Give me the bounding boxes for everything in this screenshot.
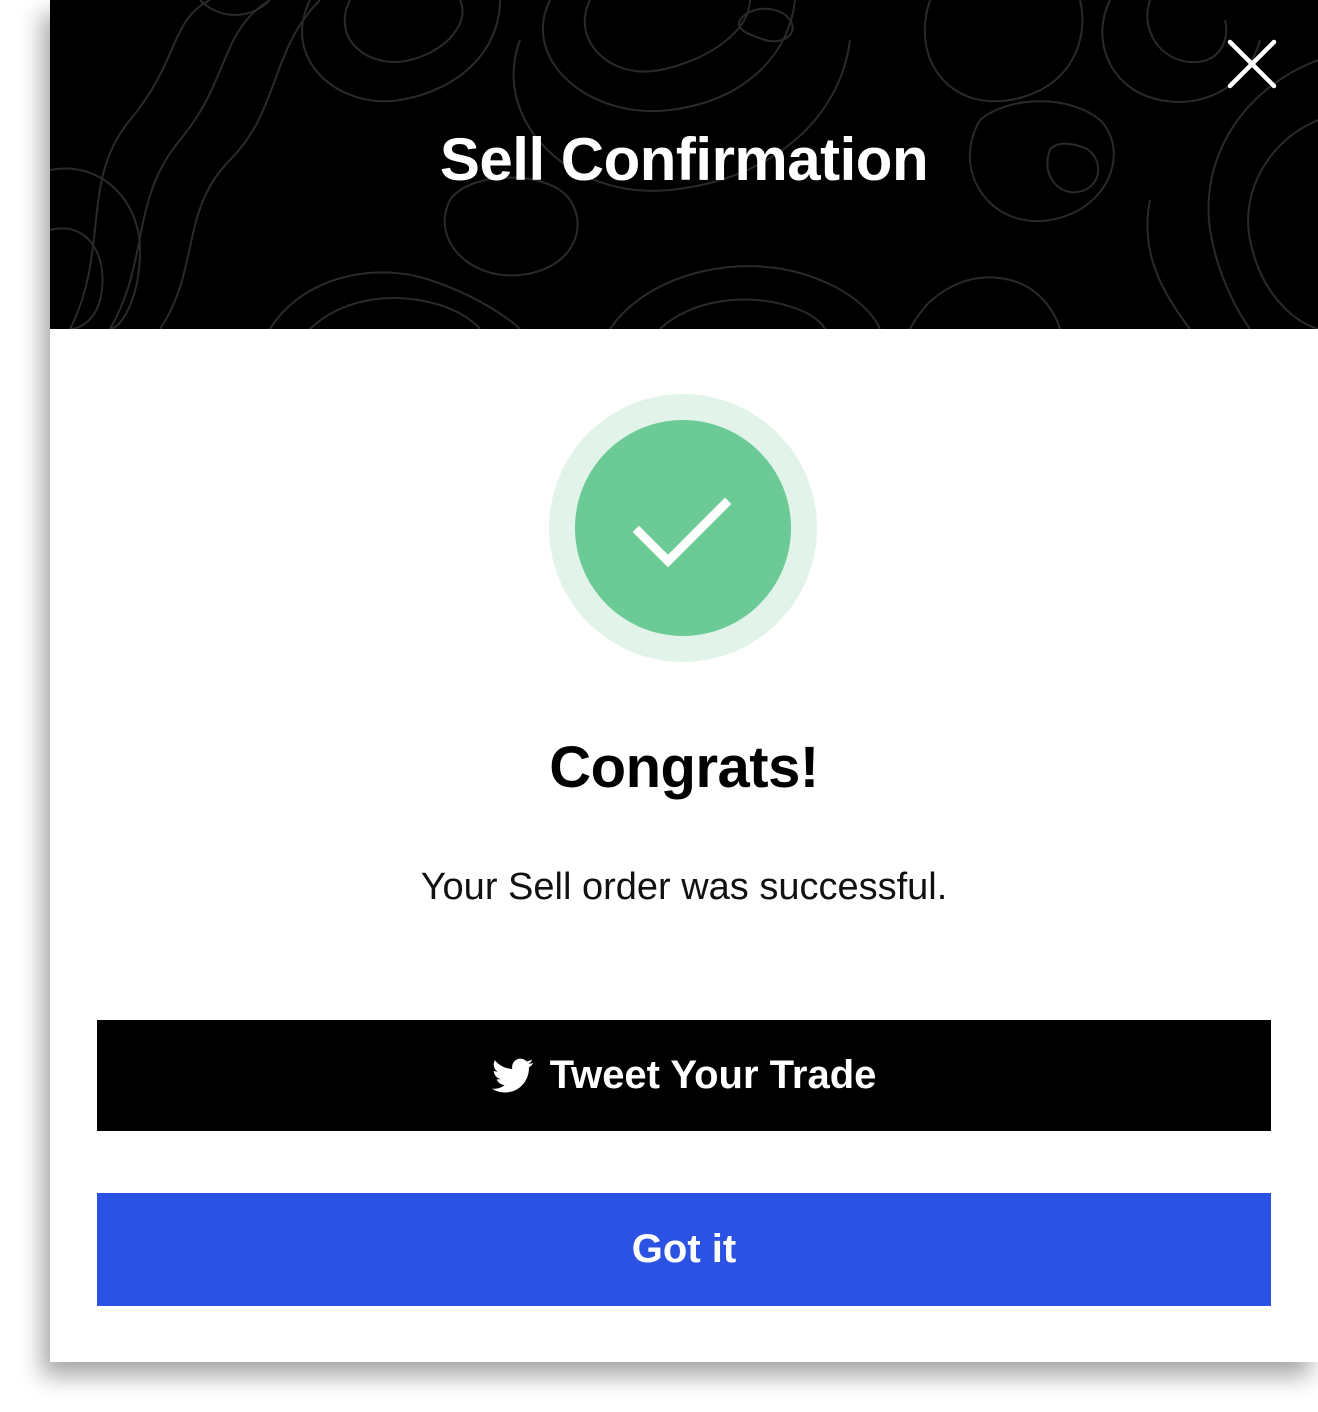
twitter-icon [491,1058,533,1092]
dialog-header: Sell Confirmation [50,0,1318,329]
sell-confirmation-dialog: Sell Confirmation Congrats! Your Sell or… [50,0,1318,1362]
got-it-button[interactable]: Got it [97,1193,1271,1306]
got-it-button-label: Got it [631,1227,737,1271]
dialog-title: Sell Confirmation [439,126,929,193]
success-message: Your Sell order was successful. [420,866,948,908]
tweet-trade-button[interactable]: Tweet Your Trade [97,1020,1271,1131]
close-icon [1227,39,1277,89]
success-badge [549,394,817,662]
success-heading: Congrats! [549,735,819,800]
tweet-button-label: Tweet Your Trade [549,1053,877,1097]
close-button[interactable] [1222,34,1282,94]
page-background: Sell Confirmation Congrats! Your Sell or… [0,0,1318,1412]
checkmark-icon [549,394,817,662]
